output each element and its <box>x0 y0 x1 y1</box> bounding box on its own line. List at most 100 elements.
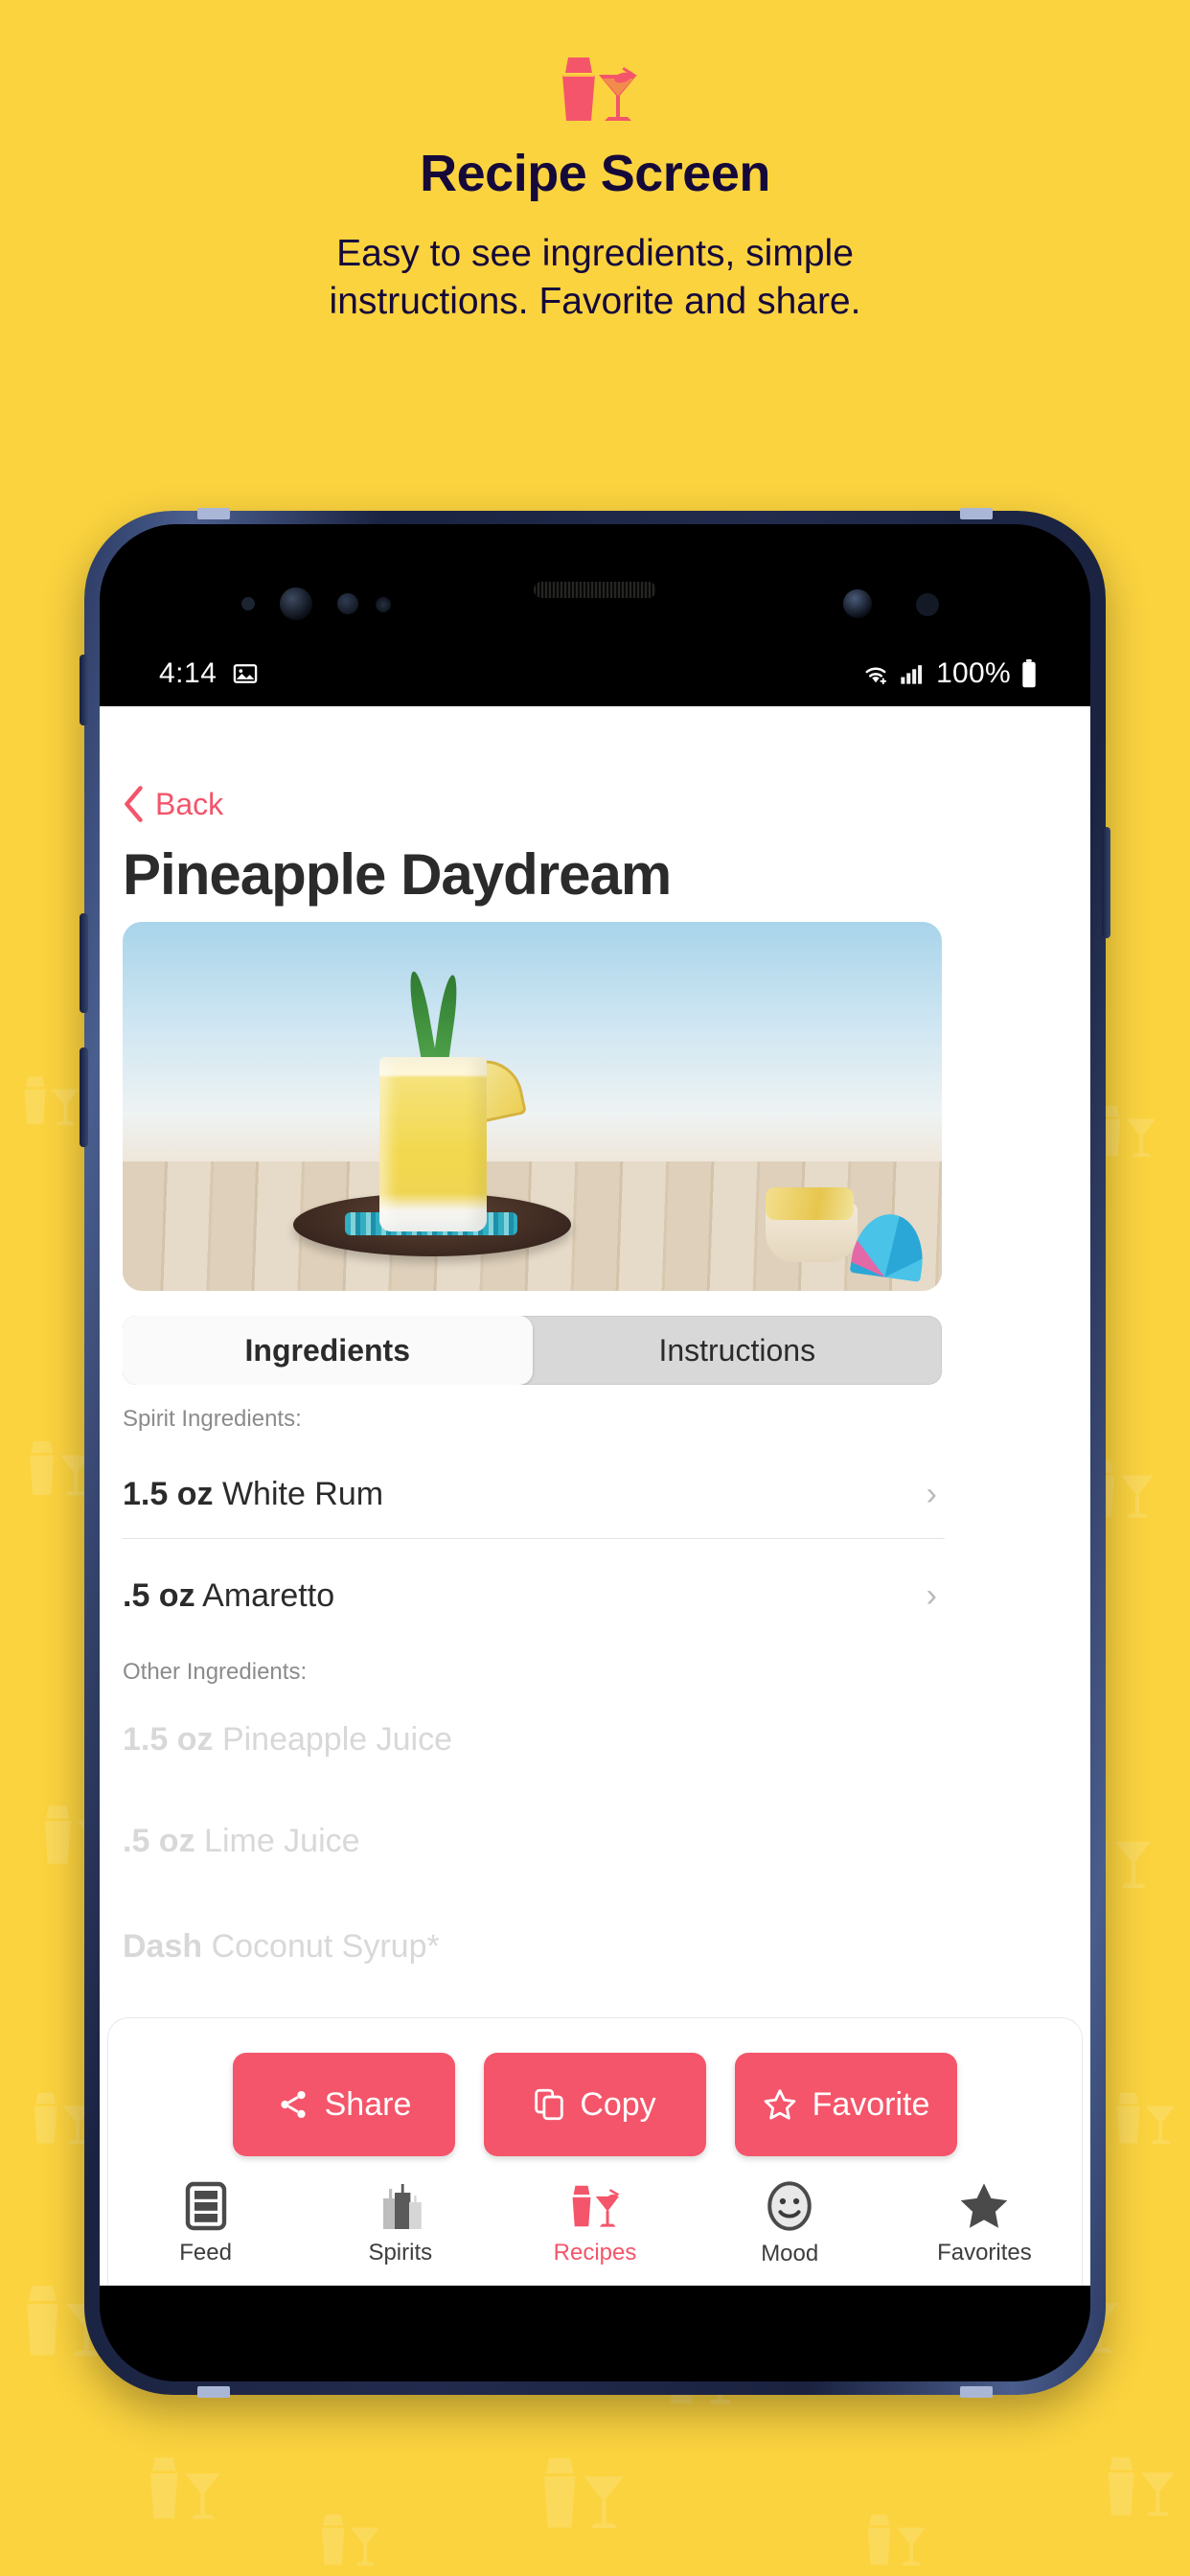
ir-sensor-icon <box>376 597 391 612</box>
bottles-icon <box>382 2183 422 2229</box>
ingredient-name: White Rum <box>221 1475 384 1512</box>
battery-percent-label: 100% <box>936 657 1011 689</box>
back-button[interactable]: Back <box>121 785 223 823</box>
ingredient-name: Amaretto <box>202 1576 335 1614</box>
chevron-right-icon: › <box>926 1475 937 1512</box>
antenna-line-bottom-left <box>197 2386 230 2398</box>
app-viewport: Back Pineapple Daydream Ingredients Inst… <box>100 706 1090 2286</box>
copy-button-label: Copy <box>580 2085 656 2123</box>
flash-sensor-icon <box>916 593 939 616</box>
feed-icon <box>185 2181 226 2230</box>
phone-screen: 4:14 100% Back Pineapple Daydream Ingred… <box>100 524 1090 2381</box>
battery-icon <box>1022 659 1036 688</box>
section-label-other: Other Ingredients: <box>123 1659 308 1685</box>
antenna-line-top-left <box>197 508 230 519</box>
share-icon <box>281 2090 306 2119</box>
nav-label: Favorites <box>937 2239 1032 2266</box>
hero-bowl-pineapple-chunks <box>766 1187 854 1220</box>
recipe-scroll-area[interactable]: Back Pineapple Daydream Ingredients Inst… <box>100 706 1090 2286</box>
ingredient-row[interactable]: Dash Coconut Syrup* <box>123 1910 945 1983</box>
status-bar: 4:14 100% <box>100 524 1090 706</box>
ingredient-row[interactable]: 1.5 oz Pineapple Juice <box>123 1703 945 1776</box>
hero-pineapple-leaf-1 <box>405 970 438 1064</box>
nav-item-feed[interactable]: Feed <box>108 2161 303 2286</box>
ingredient-name: Pineapple Juice <box>221 1720 452 1758</box>
share-button-label: Share <box>324 2085 412 2123</box>
page-subtitle-line-1: Easy to see ingredients, simple <box>336 233 854 274</box>
antenna-line-top-right <box>960 508 993 519</box>
volume-down-button[interactable] <box>80 1047 88 1147</box>
tab-ingredients[interactable]: Ingredients <box>123 1316 533 1385</box>
power-button[interactable] <box>1102 827 1110 938</box>
ingredient-row[interactable]: 1.5 oz White Rum › <box>123 1458 945 1530</box>
system-gesture-area <box>100 2286 1090 2381</box>
nav-label: Feed <box>179 2239 232 2266</box>
watermark-shaker-martini-icon <box>1111 2089 1179 2151</box>
watermark-shaker-martini-icon <box>19 1073 82 1133</box>
wifi-icon <box>865 667 887 685</box>
hero-pineapple-leaf-2 <box>432 974 461 1068</box>
ingredient-row[interactable]: .5 oz Amaretto › <box>123 1559 945 1632</box>
page-subtitle: Easy to see ingredients, simple instruct… <box>0 230 1190 326</box>
tab-instructions[interactable]: Instructions <box>533 1316 943 1385</box>
bottom-navigation-bar: Feed Spirits Recipes Mood Favorites <box>108 2161 1082 2286</box>
ingredient-amount: 1.5 oz <box>123 1720 214 1758</box>
hero-cocktail-glass <box>379 1057 487 1231</box>
recipe-hero-image[interactable] <box>123 922 942 1291</box>
copy-icon <box>535 2088 564 2121</box>
action-sheet: Share Copy Favorite Feed Spirits Recipes… <box>107 2017 1083 2286</box>
antenna-line-bottom-right <box>960 2386 993 2398</box>
chevron-right-icon: › <box>926 1576 937 1614</box>
bixby-button[interactable] <box>80 655 88 725</box>
page-title: Recipe Screen <box>420 145 770 202</box>
watermark-shaker-martini-icon <box>144 2453 224 2527</box>
section-label-spirit: Spirit Ingredients: <box>123 1406 302 1432</box>
watermark-shaker-martini-icon <box>537 2453 629 2538</box>
nav-item-favorites[interactable]: Favorites <box>887 2161 1082 2286</box>
ingredient-text: 1.5 oz Pineapple Juice <box>123 1721 452 1759</box>
volume-up-button[interactable] <box>80 913 88 1013</box>
page-subtitle-line-2: instructions. Favorite and share. <box>329 280 861 322</box>
ingredient-name: Coconut Syrup* <box>211 1927 440 1965</box>
light-sensor-icon <box>337 593 358 614</box>
row-divider <box>123 1538 945 1539</box>
recipe-title: Pineapple Daydream <box>123 842 672 907</box>
watermark-shaker-martini-icon <box>862 2511 929 2573</box>
nav-item-spirits[interactable]: Spirits <box>303 2161 497 2286</box>
share-button[interactable]: Share <box>233 2053 455 2156</box>
promo-header: Recipe Screen Easy to see ingredients, s… <box>0 0 1190 326</box>
image-icon <box>234 664 258 683</box>
recipe-tab-bar: Ingredients Instructions <box>123 1316 942 1385</box>
smiley-icon <box>767 2180 812 2231</box>
proximity-sensor-icon <box>241 597 255 610</box>
status-notification-icons <box>232 660 259 687</box>
watermark-shaker-martini-icon <box>316 2511 383 2573</box>
ingredient-amount: .5 oz <box>123 1576 195 1614</box>
ingredient-text: Dash Coconut Syrup* <box>123 1928 440 1966</box>
action-button-group: Share Copy Favorite <box>108 2053 1082 2156</box>
status-indicators: 4:14 100% <box>100 649 1090 699</box>
ingredient-text: 1.5 oz White Rum <box>123 1476 383 1513</box>
nav-item-recipes[interactable]: Recipes <box>497 2161 692 2286</box>
favorite-button[interactable]: Favorite <box>735 2053 957 2156</box>
watermark-shaker-martini-icon <box>1102 2453 1179 2524</box>
copy-button[interactable]: Copy <box>484 2053 706 2156</box>
ingredient-text: .5 oz Amaretto <box>123 1577 334 1615</box>
signal-icon <box>901 665 923 684</box>
chevron-left-icon <box>125 786 143 822</box>
favorite-button-label: Favorite <box>812 2085 930 2123</box>
ingredient-name: Lime Juice <box>204 1822 360 1859</box>
phone-mockup: 4:14 100% Back Pineapple Daydream Ingred… <box>80 508 1110 2398</box>
iris-sensor-icon <box>280 587 312 620</box>
ingredient-text: .5 oz Lime Juice <box>123 1823 360 1860</box>
status-system-icons: 100% <box>861 657 1039 690</box>
back-button-label: Back <box>155 786 224 821</box>
nav-label: Spirits <box>368 2239 433 2266</box>
ingredient-row[interactable]: .5 oz Lime Juice <box>123 1805 945 1877</box>
nav-item-mood[interactable]: Mood <box>693 2161 887 2286</box>
ingredient-amount: 1.5 oz <box>123 1475 214 1512</box>
nav-label: Mood <box>761 2240 819 2266</box>
cocktail-shaker-martini-logo <box>562 58 637 121</box>
star-filled-icon <box>961 2182 1008 2228</box>
star-outline-icon <box>764 2089 795 2120</box>
